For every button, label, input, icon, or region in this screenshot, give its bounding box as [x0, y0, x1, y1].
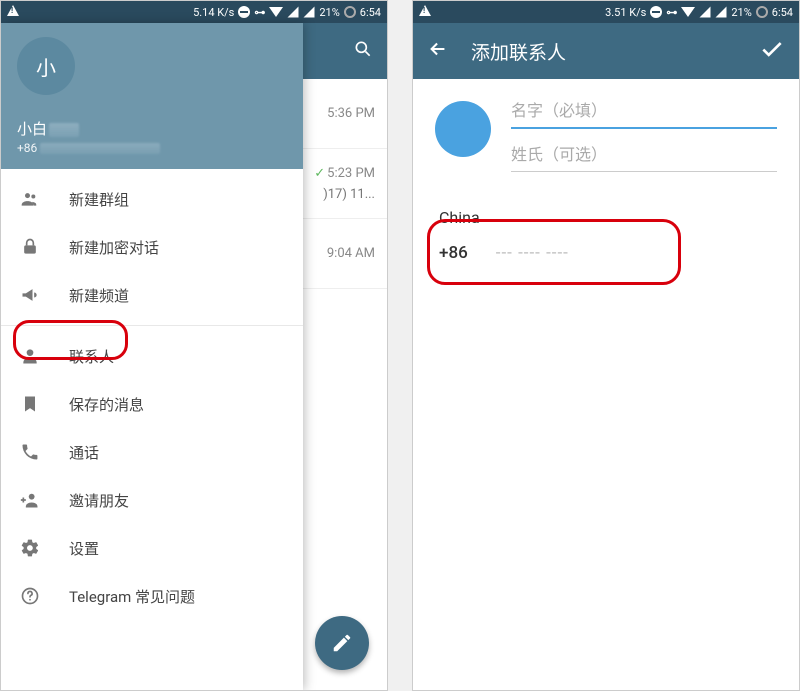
country-code[interactable]: +86 — [439, 243, 468, 263]
gear-icon — [19, 538, 41, 558]
phone-right-add-contact-screen: 3.51 K/s ⊶ 21% 6:54 添加联系人 China +86 — [412, 0, 800, 691]
navigation-drawer: 小 小白 +86 新建群组 新建加密对话 新建频道 联系 — [1, 23, 303, 690]
warning-icon — [7, 5, 19, 19]
add-contact-header: 添加联系人 — [413, 23, 799, 79]
signal-icon — [288, 7, 299, 18]
warning-icon — [419, 5, 431, 19]
lock-icon — [19, 237, 41, 257]
first-name-input[interactable] — [511, 97, 777, 129]
phone-icon — [19, 442, 41, 462]
signal-icon — [700, 7, 711, 18]
menu-label: 通话 — [69, 442, 99, 463]
menu-label: 新建频道 — [69, 285, 129, 306]
status-bar: 3.51 K/s ⊶ 21% 6:54 — [413, 1, 799, 23]
menu-new-secret-chat[interactable]: 新建加密对话 — [1, 223, 303, 271]
dnd-icon — [650, 6, 662, 18]
menu-calls[interactable]: 通话 — [1, 428, 303, 476]
last-name-input[interactable] — [511, 141, 777, 172]
battery-ring-icon — [344, 6, 356, 18]
menu-invite-friends[interactable]: 邀请朋友 — [1, 476, 303, 524]
screen-title: 添加联系人 — [471, 38, 737, 65]
signal-icon-2 — [716, 7, 727, 18]
drawer-menu: 新建群组 新建加密对话 新建频道 联系人 保存的消息 通话 — [1, 169, 303, 626]
wifi-icon — [269, 7, 283, 17]
menu-label: Telegram 常见问题 — [69, 586, 195, 607]
menu-new-channel[interactable]: 新建频道 — [1, 271, 303, 319]
menu-label: 新建群组 — [69, 189, 129, 210]
status-bar: 5.14 K/s ⊶ 21% 6:54 — [1, 1, 387, 23]
menu-label: 设置 — [69, 538, 99, 559]
menu-faq[interactable]: Telegram 常见问题 — [1, 572, 303, 620]
user-phone: +86 — [17, 141, 287, 155]
help-icon — [19, 586, 41, 606]
compose-fab[interactable] — [315, 616, 369, 670]
chat-time: ✓5:23 PM — [314, 166, 375, 181]
menu-settings[interactable]: 设置 — [1, 524, 303, 572]
battery-percent: 21% — [319, 6, 339, 19]
network-speed: 5.14 K/s — [193, 6, 234, 19]
add-contact-form: China +86 --- ---- ---- — [413, 79, 799, 287]
phone-number-input[interactable]: --- ---- ---- — [496, 243, 569, 263]
vpn-key-icon: ⊶ — [254, 6, 265, 19]
menu-label: 邀请朋友 — [69, 490, 129, 511]
menu-saved-messages[interactable]: 保存的消息 — [1, 380, 303, 428]
menu-new-group[interactable]: 新建群组 — [1, 175, 303, 223]
wifi-icon — [681, 7, 695, 17]
vpn-key-icon: ⊶ — [666, 6, 677, 19]
done-button[interactable] — [759, 36, 785, 66]
battery-ring-icon — [756, 6, 768, 18]
signal-icon-2 — [304, 7, 315, 18]
network-speed: 3.51 K/s — [605, 6, 646, 19]
dnd-icon — [238, 6, 250, 18]
search-icon[interactable] — [353, 39, 373, 63]
menu-contacts[interactable]: 联系人 — [1, 332, 303, 380]
phone-left-drawer-screen: 5.14 K/s ⊶ 21% 6:54 5:36 PM ✓5:23 PM )17… — [0, 0, 388, 691]
group-icon — [19, 189, 41, 209]
back-button[interactable] — [427, 38, 449, 64]
chat-preview: )17) 11... — [323, 187, 375, 202]
invite-icon — [19, 490, 41, 510]
megaphone-icon — [19, 285, 41, 305]
clock: 6:54 — [772, 6, 793, 19]
drawer-header: 小 小白 +86 — [1, 23, 303, 169]
menu-label: 联系人 — [69, 346, 114, 367]
contact-icon — [19, 346, 41, 366]
avatar-initial: 小 — [36, 52, 56, 81]
country-selector[interactable]: China — [439, 208, 777, 227]
user-name: 小白 — [17, 118, 287, 139]
menu-label: 保存的消息 — [69, 394, 144, 415]
contact-avatar-placeholder[interactable] — [435, 101, 491, 157]
clock: 6:54 — [360, 6, 381, 19]
menu-divider — [1, 325, 303, 326]
chat-time: 5:36 PM — [327, 106, 375, 121]
menu-label: 新建加密对话 — [69, 237, 159, 258]
chat-time: 9:04 AM — [327, 246, 375, 261]
check-icon: ✓ — [314, 166, 325, 181]
user-avatar[interactable]: 小 — [17, 37, 75, 95]
phone-input-row[interactable]: +86 --- ---- ---- — [435, 237, 777, 269]
bookmark-icon — [19, 394, 41, 414]
battery-percent: 21% — [731, 6, 751, 19]
